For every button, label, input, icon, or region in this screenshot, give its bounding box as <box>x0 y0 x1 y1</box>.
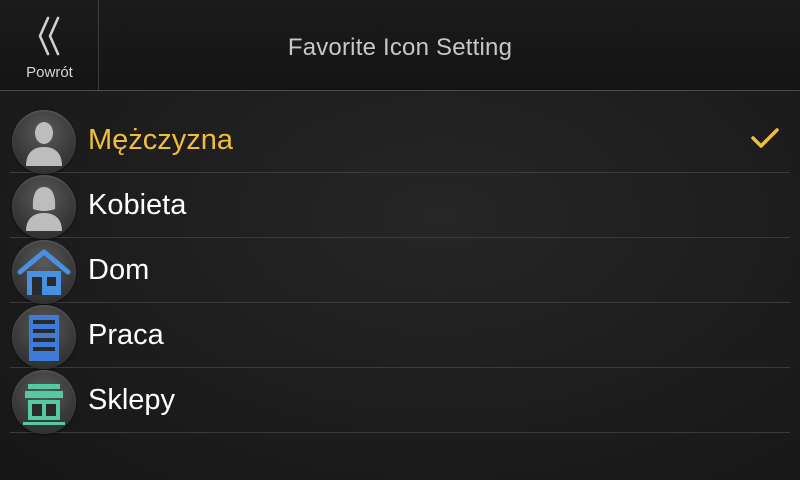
list-item-label: Sklepy <box>88 384 176 416</box>
home-icon <box>12 240 76 304</box>
woman-icon <box>12 175 76 239</box>
checkmark-icon <box>751 128 779 148</box>
man-icon <box>12 110 76 174</box>
page-title: Favorite Icon Setting <box>287 34 513 61</box>
back-button[interactable]: Powrót <box>0 0 99 90</box>
list-item-shop[interactable]: Sklepy <box>10 368 790 434</box>
list-item-work[interactable]: Praca <box>10 303 790 369</box>
header-bar: Powrót Favorite Icon Setting <box>0 0 800 91</box>
list-item-label: Dom <box>88 254 150 286</box>
list-item-label: Praca <box>88 319 164 351</box>
shop-icon <box>12 370 76 434</box>
work-icon <box>12 305 76 369</box>
screen: Powrót Favorite Icon Setting Mężczyzna K… <box>0 0 800 480</box>
back-label: Powrót <box>26 64 73 81</box>
list-item-woman[interactable]: Kobieta <box>10 173 790 239</box>
list-item-label: Mężczyzna <box>88 124 234 156</box>
double-chevron-left-icon <box>38 16 60 56</box>
icon-list: Mężczyzna Kobieta Dom Praca Sklepy <box>10 108 790 434</box>
list-item-label: Kobieta <box>88 189 187 221</box>
list-item-home[interactable]: Dom <box>10 238 790 304</box>
list-item-man[interactable]: Mężczyzna <box>10 108 790 174</box>
